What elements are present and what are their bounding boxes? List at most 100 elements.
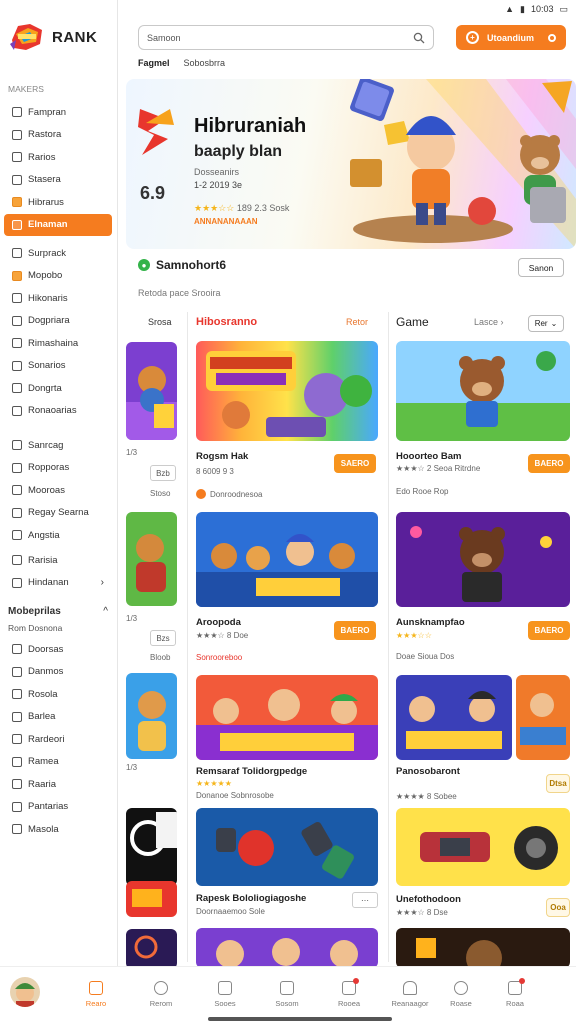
star-rating-icon: ★★★★★ xyxy=(196,779,232,788)
game-thumbnail[interactable] xyxy=(126,929,177,969)
filter-select[interactable]: Rer ⌄ xyxy=(528,315,564,332)
game-thumbnail[interactable] xyxy=(196,675,378,760)
get-button[interactable]: Bzb xyxy=(150,465,176,481)
bottom-nav-search[interactable]: Rerom xyxy=(141,981,181,1008)
game-meta: 8 6009 9 3 xyxy=(196,467,234,476)
sidebar-item-dogpriara[interactable]: Dogpriara xyxy=(4,310,112,333)
sidebar-item-label: Hindanan xyxy=(28,577,69,589)
search-input[interactable]: Samoon xyxy=(138,25,434,50)
sidebar-subitem[interactable]: Rosola xyxy=(4,683,112,706)
column-divider xyxy=(187,312,188,962)
sidebar-item-dongrta[interactable]: Dongrta xyxy=(4,377,112,400)
get-button[interactable]: BAERO xyxy=(528,621,570,640)
game-thumbnail[interactable] xyxy=(396,808,570,886)
game-thumbnail[interactable] xyxy=(196,928,378,968)
get-button[interactable]: Dtsa xyxy=(546,774,570,793)
game-title[interactable]: Aunsknampfao xyxy=(396,617,465,628)
game-thumbnail[interactable] xyxy=(126,808,177,886)
sidebar-subitem[interactable]: Doorsas xyxy=(4,638,112,661)
breadcrumb-item[interactable]: Fagmel xyxy=(138,58,170,68)
sidebar-item-sanrcag[interactable]: Sanrcag xyxy=(4,434,112,457)
get-button[interactable]: Ooa xyxy=(546,898,570,917)
game-thumbnail[interactable] xyxy=(196,341,378,441)
game-title[interactable]: Hooorteo Bam xyxy=(396,451,461,462)
sidebar-item-rarisia[interactable]: Rarisia xyxy=(4,549,112,572)
game-title[interactable]: Panosobaront xyxy=(396,766,460,777)
game-thumbnail[interactable] xyxy=(396,675,512,760)
subsection-title: Mobeprilas xyxy=(8,606,61,617)
game-meta: Doornaaemoo Sole xyxy=(196,907,265,916)
sidebar-item-regay-searna[interactable]: Regay Searna xyxy=(4,502,112,525)
bottom-nav-profile[interactable]: Roaa xyxy=(495,978,535,1008)
game-thumbnail[interactable] xyxy=(396,341,570,441)
more-button[interactable]: ⋯ xyxy=(352,892,378,908)
bottom-nav-chat[interactable]: Sosom xyxy=(267,981,307,1008)
cta-button[interactable]: + Utoandium xyxy=(456,25,566,50)
avatar[interactable] xyxy=(10,977,40,1007)
app-logo[interactable]: RANK xyxy=(8,20,97,54)
sidebar-item-stasera[interactable]: Stasera xyxy=(4,169,112,192)
game-thumbnail[interactable] xyxy=(516,675,570,760)
sidebar-item-angstia[interactable]: Angstia xyxy=(4,524,112,547)
sidebar-subitem[interactable]: Ramea xyxy=(4,751,112,774)
sidebar-subitem[interactable]: Raaria xyxy=(4,773,112,796)
get-button[interactable]: Bzs xyxy=(150,630,176,646)
sidebar-subitem[interactable]: Pantarias xyxy=(4,796,112,819)
game-title[interactable]: Rapesk Bololiogiagoshe xyxy=(196,893,306,904)
get-button[interactable]: BAERO xyxy=(334,621,376,640)
bottom-nav-docs[interactable]: Sooes xyxy=(205,981,245,1008)
sidebar-item-rimashaina[interactable]: Rimashaina xyxy=(4,332,112,355)
search-icon[interactable] xyxy=(413,32,425,44)
game-thumbnail[interactable] xyxy=(126,673,177,759)
bottom-nav-bell[interactable]: Reanaagor xyxy=(388,981,432,1008)
game-thumbnail[interactable] xyxy=(196,808,378,886)
bottom-nav-home[interactable]: Rearo xyxy=(76,981,116,1008)
breadcrumb-item[interactable]: Sobosbrra xyxy=(184,58,226,68)
game-thumbnail[interactable] xyxy=(196,512,378,607)
game-title[interactable]: Unefothodoon xyxy=(396,894,461,905)
sidebar-item-ronaoarias[interactable]: Ronaoarias xyxy=(4,400,112,423)
game-title[interactable]: Rogsm Hak xyxy=(196,451,248,462)
app-name: RANK xyxy=(52,28,98,46)
sidebar-subitem[interactable]: Danmos xyxy=(4,661,112,684)
sidebar-item-label: Ramea xyxy=(28,756,59,768)
sidebar-item-label: Regay Searna xyxy=(28,507,89,519)
sidebar-item-rastora[interactable]: Rastora xyxy=(4,124,112,147)
game-meta: 1/3 xyxy=(126,448,138,457)
sidebar-item-hindanan[interactable]: Hindanan › xyxy=(4,572,112,595)
sidebar-item-mopobo[interactable]: Mopobo xyxy=(4,265,112,288)
game-thumbnail[interactable] xyxy=(396,928,570,968)
bottom-nav-label: Roaa xyxy=(506,999,524,1008)
sidebar-item-elnaman[interactable]: Elnaman xyxy=(4,213,112,236)
column-link-right[interactable]: Lasce › xyxy=(474,317,504,327)
sidebar-subitem[interactable]: Masola xyxy=(4,818,112,841)
sidebar-item-hibrarus[interactable]: Hibrarus xyxy=(4,191,112,214)
search-placeholder: Samoon xyxy=(147,32,181,43)
sidebar-item-rarios[interactable]: Rarios xyxy=(4,146,112,169)
sidebar-item-label: Mopobo xyxy=(28,270,63,282)
game-thumbnail[interactable] xyxy=(126,881,177,917)
sidebar-item-mooroas[interactable]: Mooroas xyxy=(4,479,112,502)
sidebar-item-fampran[interactable]: Fampran xyxy=(4,101,112,124)
sidebar-subsection-header[interactable]: Mobeprilas ^ xyxy=(8,606,108,617)
sidebar-item-surprack[interactable]: Surprack xyxy=(4,242,112,265)
hero-banner[interactable]: Hibruraniah baaply blan Dosseanirs 1-2 2… xyxy=(126,79,576,249)
sidebar-item-sonarios[interactable]: Sonarios xyxy=(4,355,112,378)
cup-icon xyxy=(12,555,22,566)
game-thumbnail[interactable] xyxy=(396,512,570,607)
sidebar-item-ropporas[interactable]: Ropporas xyxy=(4,457,112,480)
column-link-mid[interactable]: Retor xyxy=(346,317,368,327)
game-thumbnail[interactable] xyxy=(126,512,177,606)
section-button[interactable]: Sanon xyxy=(518,258,564,277)
bottom-nav-download[interactable]: Rooea xyxy=(329,978,369,1008)
sidebar-item-hikonaris[interactable]: Hikonaris xyxy=(4,287,112,310)
game-title[interactable]: Remsaraf Tolidorgpedge xyxy=(196,766,307,777)
sidebar-subitem[interactable]: Rardeori xyxy=(4,728,112,751)
bottom-nav-settings[interactable]: Roase xyxy=(441,981,481,1008)
get-button[interactable]: SAERO xyxy=(334,454,376,473)
get-button[interactable]: BAERO xyxy=(528,454,570,473)
home-indicator[interactable] xyxy=(208,1017,392,1021)
sidebar-subitem[interactable]: Barlea xyxy=(4,706,112,729)
game-thumbnail[interactable] xyxy=(126,342,177,440)
game-title[interactable]: Aroopoda xyxy=(196,617,241,628)
